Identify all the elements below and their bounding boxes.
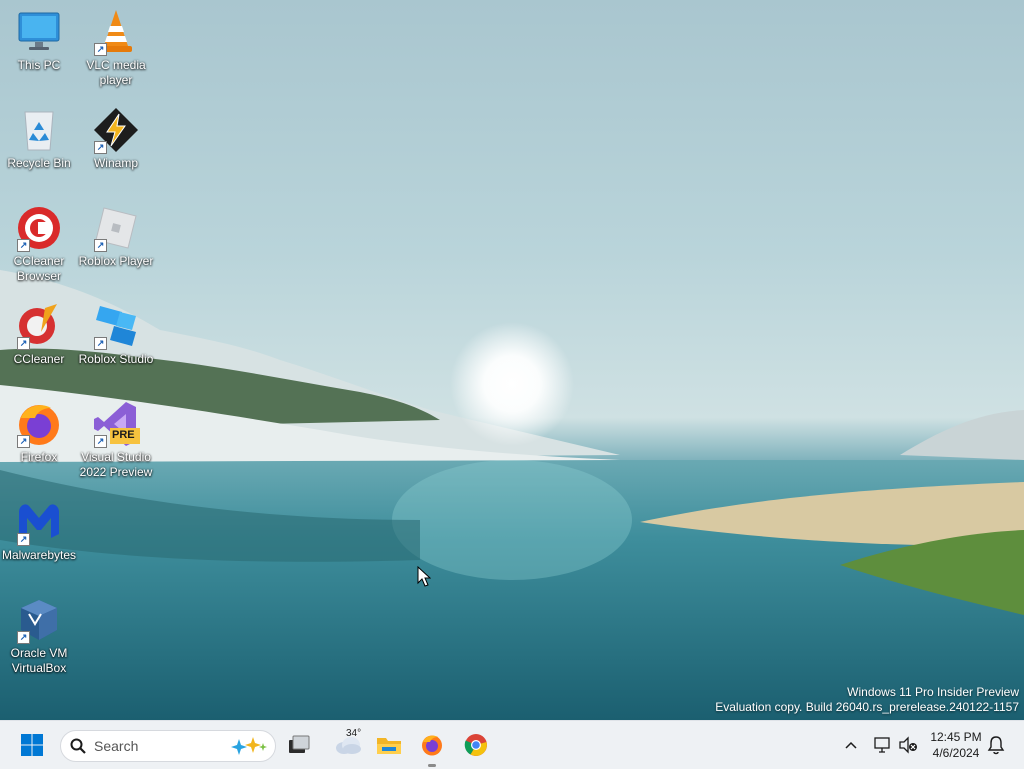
shortcut-arrow-icon: ↗ <box>17 533 30 546</box>
icon-label: Recycle Bin <box>7 156 71 170</box>
icon-label: This PC <box>17 58 61 72</box>
search-icon <box>70 738 86 754</box>
taskbar-chrome[interactable] <box>460 729 492 761</box>
show-hidden-icons-button[interactable] <box>835 729 867 761</box>
visual-studio-icon: PRE ↗ <box>92 400 140 448</box>
icon-label: CCleaner Browser <box>13 254 65 283</box>
bell-icon <box>987 736 1005 755</box>
recycle-bin-icon-shortcut[interactable]: Recycle Bin <box>0 106 78 171</box>
folder-icon <box>377 738 401 754</box>
shortcut-arrow-icon: ↗ <box>17 337 30 350</box>
virtualbox-cube-icon: ↗ <box>15 596 63 644</box>
start-button[interactable] <box>16 729 48 761</box>
roblox-player-icon: ↗ <box>92 204 140 252</box>
winamp-bolt-icon: ↗ <box>92 106 140 154</box>
icon-label: Visual Studio 2022 Preview <box>79 450 153 479</box>
windows-logo-icon <box>21 734 43 756</box>
icon-label: Oracle VM VirtualBox <box>10 646 68 675</box>
clock-date: 4/6/2024 <box>932 746 980 760</box>
malwarebytes-icon: ↗ <box>15 498 63 546</box>
shortcut-arrow-icon: ↗ <box>17 435 30 448</box>
icon-label: Malwarebytes <box>1 548 77 562</box>
weather-widget[interactable]: 34° <box>330 728 366 761</box>
copilot-sparkle-icon <box>231 737 267 755</box>
shortcut-arrow-icon: ↗ <box>94 239 107 252</box>
chevron-up-icon <box>845 741 857 749</box>
malwarebytes-icon-shortcut[interactable]: ↗ Malwarebytes <box>0 498 78 563</box>
icon-label: Roblox Studio <box>78 352 154 366</box>
preview-badge: PRE <box>112 429 135 441</box>
firefox-icon-shortcut[interactable]: ↗ Firefox <box>0 400 78 465</box>
firefox-icon: ↗ <box>15 400 63 448</box>
firefox-icon <box>422 735 442 756</box>
icon-label: CCleaner <box>13 352 65 366</box>
roblox-studio-icon-shortcut[interactable]: ↗ Roblox Studio <box>77 302 155 367</box>
shortcut-arrow-icon: ↗ <box>94 43 107 56</box>
running-indicator <box>428 764 436 767</box>
evaluation-watermark: Windows 11 Pro Insider Preview Evaluatio… <box>715 685 1019 715</box>
notifications-button[interactable] <box>980 729 1012 761</box>
shortcut-arrow-icon: ↗ <box>94 337 107 350</box>
ccleaner-browser-icon: ↗ <box>15 204 63 252</box>
task-view-icon <box>289 735 310 753</box>
virtualbox-icon-shortcut[interactable]: ↗ Oracle VM VirtualBox <box>0 596 78 676</box>
ccleaner-icon-shortcut[interactable]: ↗ CCleaner <box>0 302 78 367</box>
ccleaner-browser-icon-shortcut[interactable]: ↗ CCleaner Browser <box>0 204 78 284</box>
winamp-icon-shortcut[interactable]: ↗ Winamp <box>77 106 155 171</box>
taskbar-file-explorer[interactable] <box>373 729 405 761</box>
volume-muted-icon <box>899 736 917 754</box>
shortcut-arrow-icon: ↗ <box>94 435 107 448</box>
vlc-media-player-icon-shortcut[interactable]: ↗ VLC media player <box>77 8 155 88</box>
taskbar-firefox[interactable] <box>416 729 448 767</box>
network-icon <box>874 737 890 753</box>
vlc-cone-icon: ↗ <box>92 8 140 56</box>
shortcut-arrow-icon: ↗ <box>94 141 107 154</box>
icon-label: Firefox <box>20 450 58 464</box>
task-view-button[interactable] <box>283 729 315 761</box>
visual-studio-preview-icon-shortcut[interactable]: PRE ↗ Visual Studio 2022 Preview <box>77 400 155 480</box>
shortcut-arrow-icon: ↗ <box>17 631 30 644</box>
ccleaner-brush-icon: ↗ <box>15 302 63 350</box>
search-placeholder: Search <box>94 738 139 754</box>
taskbar: Search 34° 12:45 PM 4/6/2024 <box>0 720 1024 769</box>
icon-label: Roblox Player <box>78 254 154 268</box>
roblox-studio-icon: ↗ <box>92 302 140 350</box>
chrome-icon <box>464 734 487 756</box>
desktop[interactable]: This PC ↗ VLC media player Recycle Bin ↗… <box>0 0 1024 720</box>
taskbar-clock[interactable]: 12:45 PM 4/6/2024 <box>926 729 986 761</box>
roblox-player-icon-shortcut[interactable]: ↗ Roblox Player <box>77 204 155 269</box>
mouse-pointer-icon <box>417 565 432 593</box>
watermark-line-edition: Windows 11 Pro Insider Preview <box>847 685 1019 699</box>
shortcut-arrow-icon: ↗ <box>17 239 30 252</box>
icon-label: Winamp <box>93 156 138 170</box>
taskbar-search-box[interactable]: Search <box>60 730 276 762</box>
weather-temperature: 34° <box>346 728 362 739</box>
monitor-icon <box>15 8 63 56</box>
clock-time: 12:45 PM <box>930 730 982 744</box>
icon-label: VLC media player <box>86 58 146 87</box>
watermark-line-build: Evaluation copy. Build 26040.rs_prerelea… <box>715 700 1019 714</box>
volume-button[interactable] <box>892 729 924 761</box>
this-pc-icon-shortcut[interactable]: This PC <box>0 8 78 73</box>
recycle-bin-icon <box>15 106 63 154</box>
